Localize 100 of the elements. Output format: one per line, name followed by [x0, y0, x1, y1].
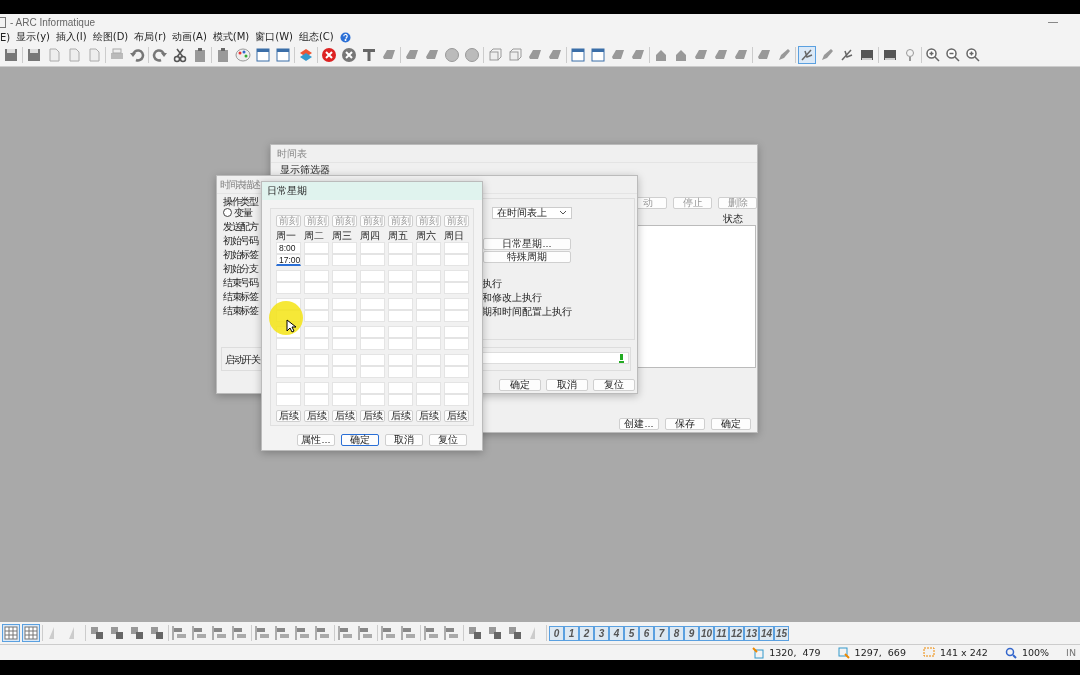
time-field[interactable]: [444, 242, 469, 254]
align-icon[interactable]: [380, 624, 398, 642]
time-field[interactable]: 8:00: [276, 242, 301, 254]
time-field[interactable]: [276, 366, 301, 378]
squares-icon[interactable]: [148, 624, 166, 642]
layer-button[interactable]: 9: [684, 625, 699, 641]
dropdown[interactable]: 在时间表上: [492, 207, 572, 219]
grid-icon[interactable]: [22, 624, 40, 642]
time-field[interactable]: [444, 270, 469, 282]
time-field[interactable]: [332, 366, 357, 378]
time-field[interactable]: [388, 298, 413, 310]
time-field[interactable]: [332, 298, 357, 310]
time-field[interactable]: [360, 254, 385, 266]
time-field[interactable]: [388, 282, 413, 294]
menu-item[interactable]: 绘图(D): [92, 30, 129, 44]
time-field[interactable]: [332, 338, 357, 350]
time-field[interactable]: [444, 298, 469, 310]
menu-item[interactable]: 模式(M): [212, 30, 250, 44]
time-field[interactable]: [360, 338, 385, 350]
time-field[interactable]: [444, 310, 469, 322]
align-icon[interactable]: [254, 624, 272, 642]
input-field[interactable]: [482, 352, 629, 364]
time-field[interactable]: [360, 298, 385, 310]
radio-button[interactable]: 变量: [223, 207, 263, 218]
dialog-button[interactable]: 确定: [499, 379, 541, 391]
time-field[interactable]: [304, 382, 329, 394]
time-field[interactable]: [276, 282, 301, 294]
next-button[interactable]: 后续: [360, 410, 385, 422]
time-field[interactable]: [360, 326, 385, 338]
time-field[interactable]: [276, 382, 301, 394]
align-icon[interactable]: [357, 624, 375, 642]
time-field[interactable]: [304, 254, 329, 266]
menu-item[interactable]: 布局(r): [134, 30, 167, 44]
time-field[interactable]: [332, 270, 357, 282]
time-field[interactable]: [360, 282, 385, 294]
align-icon[interactable]: [171, 624, 189, 642]
time-field[interactable]: [304, 282, 329, 294]
time-field[interactable]: [444, 326, 469, 338]
time-field[interactable]: [276, 270, 301, 282]
grid-icon[interactable]: [2, 624, 20, 642]
time-field[interactable]: [304, 338, 329, 350]
time-field[interactable]: [360, 394, 385, 406]
align-icon[interactable]: [294, 624, 312, 642]
scissors-icon[interactable]: [171, 46, 189, 64]
time-field[interactable]: [332, 242, 357, 254]
layer-button[interactable]: 4: [609, 625, 624, 641]
sphere-icon[interactable]: [443, 46, 461, 64]
dialog-button[interactable]: 取消: [546, 379, 588, 391]
layer-button[interactable]: 1: [564, 625, 579, 641]
time-field[interactable]: [304, 366, 329, 378]
dialog-button[interactable]: 复位: [593, 379, 635, 391]
squares-icon[interactable]: [128, 624, 146, 642]
dialog-button[interactable]: 创建...: [619, 418, 659, 430]
menu-item[interactable]: 窗口(W): [255, 30, 293, 44]
layer-button[interactable]: 15: [774, 625, 789, 641]
zoom-out-icon[interactable]: [944, 46, 962, 64]
layer-button[interactable]: 8: [669, 625, 684, 641]
time-field[interactable]: [444, 254, 469, 266]
align-icon[interactable]: [314, 624, 332, 642]
time-field[interactable]: [416, 242, 441, 254]
dialog-button[interactable]: 保存: [665, 418, 705, 430]
time-field[interactable]: [388, 382, 413, 394]
time-field[interactable]: [416, 366, 441, 378]
next-button[interactable]: 后续: [304, 410, 329, 422]
window-icon[interactable]: [569, 46, 587, 64]
time-field[interactable]: [444, 382, 469, 394]
layer-button[interactable]: 11: [714, 625, 729, 641]
time-field[interactable]: [416, 354, 441, 366]
time-field[interactable]: [388, 354, 413, 366]
zoom-in-icon[interactable]: [924, 46, 942, 64]
menu-item[interactable]: E): [0, 31, 11, 43]
time-field[interactable]: [304, 298, 329, 310]
time-field[interactable]: [332, 326, 357, 338]
align-icon[interactable]: [423, 624, 441, 642]
time-field[interactable]: [332, 382, 357, 394]
time-field[interactable]: [444, 282, 469, 294]
cube-icon[interactable]: [506, 46, 524, 64]
align-icon[interactable]: [443, 624, 461, 642]
time-field[interactable]: [332, 310, 357, 322]
layer-button[interactable]: 10: [699, 625, 714, 641]
next-button[interactable]: 后续: [388, 410, 413, 422]
time-field[interactable]: [276, 338, 301, 350]
time-field[interactable]: [444, 354, 469, 366]
time-field[interactable]: 17:00: [276, 254, 301, 266]
time-field[interactable]: [360, 366, 385, 378]
time-field[interactable]: [388, 326, 413, 338]
layer-button[interactable]: 12: [729, 625, 744, 641]
time-field[interactable]: [360, 270, 385, 282]
time-field[interactable]: [332, 254, 357, 266]
dialog-button[interactable]: 日常星期...: [483, 238, 571, 250]
layer-button[interactable]: 2: [579, 625, 594, 641]
layer-button[interactable]: 5: [624, 625, 639, 641]
time-field[interactable]: [332, 394, 357, 406]
time-field[interactable]: [416, 310, 441, 322]
redo-icon[interactable]: [151, 46, 169, 64]
minimize-button[interactable]: [1048, 21, 1058, 23]
sphere-icon[interactable]: [463, 46, 481, 64]
menu-item[interactable]: 显示(y): [16, 30, 50, 44]
dialog-button[interactable]: 取消: [385, 434, 423, 446]
align-icon[interactable]: [191, 624, 209, 642]
